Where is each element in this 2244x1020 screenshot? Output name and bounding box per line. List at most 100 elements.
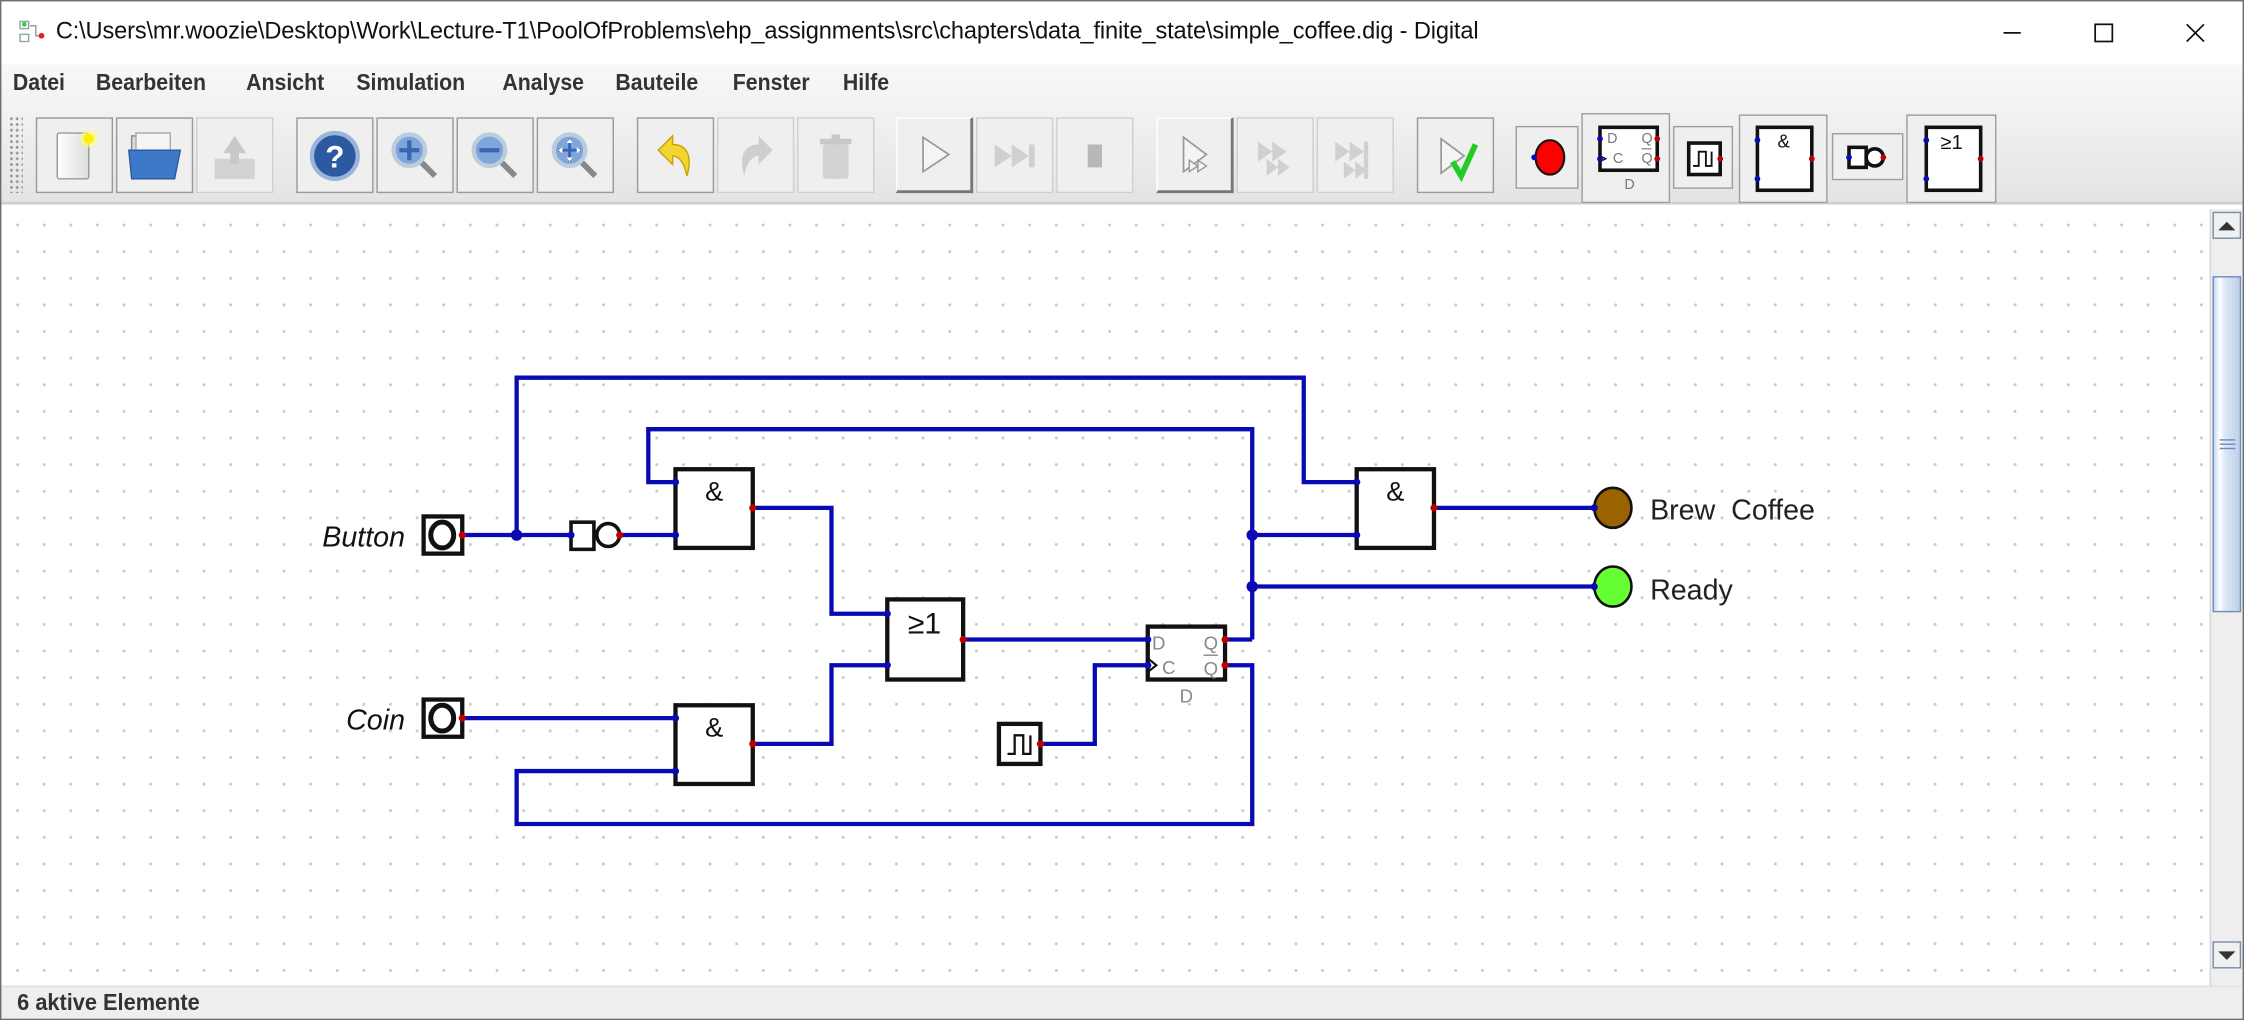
and-gate-symbol: & bbox=[1777, 130, 1790, 151]
svg-text:D: D bbox=[1607, 130, 1617, 146]
wire-button-to-brew-and[interactable] bbox=[514, 375, 1357, 536]
zoom-fit-button[interactable] bbox=[536, 117, 614, 194]
not-gate[interactable] bbox=[567, 520, 624, 552]
menu-bauteile[interactable]: Bauteile bbox=[615, 72, 698, 98]
wire-qn-to-and2[interactable] bbox=[514, 663, 1255, 827]
and-gate-symbol: & bbox=[705, 476, 723, 507]
fast-run-button[interactable] bbox=[1236, 117, 1314, 194]
scroll-up-button[interactable] bbox=[2212, 211, 2242, 239]
micro-step-icon bbox=[1181, 135, 1208, 174]
stop-icon bbox=[1087, 143, 1102, 167]
wire-clock-to-c[interactable] bbox=[1040, 663, 1148, 747]
clock-source[interactable] bbox=[996, 721, 1045, 767]
help-icon: ? bbox=[309, 130, 360, 181]
zoom-out-icon bbox=[471, 131, 518, 178]
output-pin bbox=[749, 504, 757, 512]
vertical-scrollbar[interactable] bbox=[2209, 208, 2243, 986]
output-pin bbox=[1036, 740, 1045, 748]
or-gate-symbol: ≥1 bbox=[908, 608, 941, 641]
junctions bbox=[510, 529, 1258, 593]
redo-button[interactable] bbox=[716, 117, 795, 194]
zoom-in-icon bbox=[391, 131, 438, 178]
zoom-out-button[interactable] bbox=[456, 117, 534, 194]
ff-d-label: D bbox=[1152, 632, 1165, 653]
toolbar: ? D C Q Q D & ≥1 bbox=[1, 107, 2243, 205]
wire-and2-to-or[interactable] bbox=[752, 663, 888, 747]
component-clock-button[interactable] bbox=[1672, 125, 1734, 189]
micro-step-button[interactable] bbox=[1156, 117, 1234, 194]
input-button-label: Button bbox=[322, 521, 405, 553]
menu-ansicht[interactable]: Ansicht bbox=[246, 72, 324, 98]
clock-icon bbox=[1686, 141, 1724, 177]
junction-dot bbox=[1246, 529, 1258, 541]
component-or-gate-button[interactable]: ≥1 bbox=[1906, 114, 1997, 204]
status-bar: 6 aktive Elemente bbox=[1, 985, 2243, 1019]
arrow-down-icon bbox=[2218, 950, 2236, 960]
fast-forward-icon bbox=[1257, 140, 1290, 176]
wire-and1-to-or[interactable] bbox=[752, 505, 888, 616]
input-coin[interactable]: Coin bbox=[346, 697, 466, 739]
thumb-grip-line bbox=[2219, 439, 2236, 442]
new-file-button[interactable] bbox=[35, 117, 114, 194]
delete-button[interactable] bbox=[797, 117, 875, 194]
not-gate-icon bbox=[1846, 144, 1887, 169]
menu-fenster[interactable]: Fenster bbox=[733, 72, 810, 98]
ff-qn-label: Q bbox=[1204, 658, 1218, 679]
or-gate[interactable]: ≥1 bbox=[883, 597, 967, 682]
toolbar-grip[interactable] bbox=[8, 115, 23, 194]
d-flipflop[interactable]: D C Q Q D bbox=[1144, 624, 1229, 707]
and-gate-1[interactable]: & bbox=[671, 467, 757, 551]
menu-analyse[interactable]: Analyse bbox=[502, 72, 584, 98]
open-file-button[interactable] bbox=[115, 117, 194, 194]
test-check-icon bbox=[1440, 136, 1479, 182]
menu-bar: Datei Bearbeiten Ansicht Simulation Anal… bbox=[1, 64, 2243, 108]
output-brew-coffee[interactable]: Brew Coffee bbox=[1590, 486, 1815, 530]
digital-app-icon bbox=[19, 20, 45, 43]
ff-name-label: D bbox=[1180, 685, 1193, 706]
output-brew-coffee-label: Brew Coffee bbox=[1650, 494, 1815, 526]
led-ready-icon bbox=[1592, 565, 1633, 608]
save-file-button[interactable] bbox=[196, 117, 274, 194]
stop-button[interactable] bbox=[1056, 117, 1134, 194]
minimize-button[interactable] bbox=[1966, 1, 2058, 64]
maximize-icon bbox=[2094, 23, 2114, 43]
and-gate-2[interactable]: & bbox=[671, 703, 757, 787]
undo-button[interactable] bbox=[636, 117, 715, 194]
input-coin-label: Coin bbox=[346, 705, 405, 737]
menu-hilfe[interactable]: Hilfe bbox=[843, 72, 889, 98]
component-led-button[interactable] bbox=[1515, 125, 1579, 189]
menu-bearbeiten[interactable]: Bearbeiten bbox=[96, 72, 206, 98]
output-pin bbox=[458, 714, 466, 722]
input-button[interactable]: Button bbox=[322, 514, 466, 556]
zoom-in-button[interactable] bbox=[376, 117, 454, 194]
step-forward-icon bbox=[994, 143, 1035, 167]
and-gate-icon: & bbox=[1754, 125, 1815, 193]
run-to-end-button[interactable] bbox=[1316, 117, 1394, 194]
thumb-grip-line bbox=[2219, 443, 2236, 446]
and-gate-3[interactable]: & bbox=[1353, 467, 1438, 551]
undo-icon bbox=[657, 133, 690, 176]
step-button[interactable] bbox=[976, 117, 1054, 194]
or-gate-icon: ≥1 bbox=[1922, 125, 1983, 193]
ff-q-label: Q bbox=[1204, 632, 1218, 653]
circuit-diagram: Button Coin & & ≥1 D C Q Q D & Brew Coff… bbox=[322, 375, 1815, 827]
scroll-down-button[interactable] bbox=[2212, 941, 2242, 969]
menu-simulation[interactable]: Simulation bbox=[356, 72, 465, 98]
maximize-button[interactable] bbox=[2058, 1, 2150, 64]
scrollbar-thumb[interactable] bbox=[2212, 275, 2242, 613]
status-active-elements: 6 aktive Elemente bbox=[17, 991, 200, 1016]
save-icon bbox=[214, 135, 255, 179]
svg-text:C: C bbox=[1613, 150, 1623, 166]
run-tests-button[interactable] bbox=[1416, 117, 1495, 194]
help-button[interactable]: ? bbox=[296, 117, 374, 194]
component-and-gate-button[interactable]: & bbox=[1738, 114, 1828, 204]
component-not-gate-button[interactable] bbox=[1831, 133, 1904, 181]
component-d-flipflop-button[interactable]: D C Q Q D bbox=[1581, 113, 1671, 204]
output-pin bbox=[749, 740, 757, 748]
menu-datei[interactable]: Datei bbox=[13, 72, 65, 98]
output-ready[interactable]: Ready bbox=[1590, 565, 1734, 608]
folder-open-icon bbox=[128, 131, 182, 179]
run-simulation-button[interactable] bbox=[895, 117, 974, 194]
circuit-canvas[interactable]: Button Coin & & ≥1 D C Q Q D & Brew Coff… bbox=[1, 208, 2210, 986]
close-button[interactable] bbox=[2150, 1, 2242, 64]
